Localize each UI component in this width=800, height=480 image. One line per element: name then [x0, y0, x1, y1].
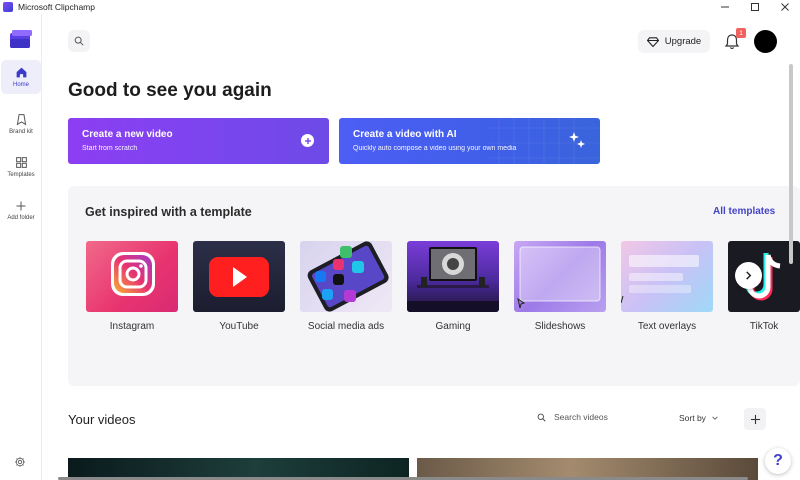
window-title: Microsoft Clipchamp	[18, 2, 95, 12]
carousel-next-button[interactable]	[735, 262, 762, 289]
template-label: Social media ads	[307, 321, 385, 332]
template-card-social-media-ads[interactable]: Social media ads	[300, 241, 392, 332]
sidebar-item-templates[interactable]: Templates	[0, 156, 42, 178]
sidebar-item-label: Home	[12, 82, 29, 88]
maximize-button[interactable]	[740, 0, 770, 14]
brand-kit-icon	[16, 114, 26, 126]
help-button[interactable]: ?	[765, 448, 791, 474]
phone-apps-image	[307, 241, 389, 312]
add-circle-icon	[301, 134, 314, 147]
your-videos-title: Your videos	[68, 412, 136, 427]
maximize-icon	[751, 3, 759, 11]
text-overlay-image	[621, 255, 699, 304]
upgrade-button[interactable]: Upgrade	[638, 30, 710, 53]
plus-icon	[16, 201, 26, 211]
clipchamp-app-icon	[3, 2, 13, 12]
template-thumbnail	[621, 241, 713, 312]
template-thumbnail	[300, 241, 392, 312]
template-card-slideshows[interactable]: Slideshows	[514, 241, 606, 332]
create-card-subtitle: Quickly auto compose a video using your …	[353, 145, 517, 152]
create-card-title: Create a new video	[82, 129, 173, 140]
add-video-button[interactable]	[744, 408, 766, 430]
gaming-setup-image	[407, 247, 499, 312]
title-bar: Microsoft Clipchamp	[0, 0, 800, 14]
home-icon	[16, 67, 26, 78]
template-label: Instagram	[109, 321, 155, 332]
template-card-gaming[interactable]: Gaming	[407, 241, 499, 332]
chevron-right-icon	[746, 271, 752, 280]
slideshow-image	[517, 246, 601, 309]
create-card-subtitle: Start from scratch	[82, 145, 138, 152]
sidebar-item-label: Brand kit	[9, 129, 33, 135]
template-thumbnail	[407, 241, 499, 312]
gear-icon[interactable]	[14, 456, 26, 468]
video-search-input[interactable]: Search videos	[537, 412, 608, 422]
page-title: Good to see you again	[68, 80, 272, 101]
minimize-button[interactable]	[710, 0, 740, 14]
template-label: Slideshows	[534, 321, 586, 332]
chevron-down-icon	[712, 416, 718, 420]
search-icon	[74, 36, 84, 46]
template-section-title: Get inspired with a template	[85, 205, 252, 219]
sidebar-item-home[interactable]: Home	[1, 60, 41, 94]
video-search-placeholder: Search videos	[554, 412, 608, 422]
sparkle-icon	[569, 132, 585, 148]
template-label: Text overlays	[637, 321, 697, 332]
create-ai-video-card[interactable]: Create a video with AI Quickly auto comp…	[339, 118, 600, 164]
close-icon	[781, 3, 789, 11]
diamond-icon	[646, 36, 659, 47]
create-new-video-card[interactable]: Create a new video Start from scratch	[68, 118, 329, 164]
template-card-instagram[interactable]: Instagram	[86, 241, 178, 332]
template-label: YouTube	[219, 321, 259, 332]
sort-by-label: Sort by	[679, 413, 706, 423]
template-label: TikTok	[749, 321, 779, 332]
template-thumbnail	[193, 241, 285, 312]
sidebar-item-add-folder[interactable]: Add folder	[0, 200, 42, 221]
template-thumbnail	[86, 241, 178, 312]
instagram-logo-icon	[111, 252, 155, 296]
close-button[interactable]	[770, 0, 800, 14]
clipchamp-logo-icon[interactable]	[10, 30, 32, 48]
minimize-icon	[721, 6, 729, 8]
vertical-scrollbar[interactable]	[789, 64, 793, 264]
template-panel: Get inspired with a template All templat…	[68, 186, 800, 386]
notification-badge: 1	[736, 28, 746, 38]
sidebar-item-label: Templates	[7, 172, 35, 178]
window-controls	[710, 0, 800, 14]
templates-icon	[15, 157, 27, 168]
youtube-logo-icon	[209, 257, 269, 297]
all-templates-link[interactable]: All templates	[713, 206, 775, 217]
plus-icon	[750, 414, 760, 424]
template-label: Gaming	[435, 321, 471, 332]
template-thumbnail	[514, 241, 606, 312]
upgrade-label: Upgrade	[664, 36, 702, 47]
template-card-text-overlays[interactable]: Text overlays	[621, 241, 713, 332]
avatar[interactable]	[754, 30, 777, 53]
search-button[interactable]	[68, 30, 90, 52]
sidebar-item-brand-kit[interactable]: Brand kit	[0, 113, 42, 135]
sort-by-dropdown[interactable]: Sort by	[679, 413, 719, 423]
template-card-youtube[interactable]: YouTube	[193, 241, 285, 332]
sidebar-item-label: Add folder	[7, 215, 35, 221]
search-icon	[537, 413, 546, 422]
sidebar: Home Brand kit Templates Add folder	[0, 14, 42, 480]
